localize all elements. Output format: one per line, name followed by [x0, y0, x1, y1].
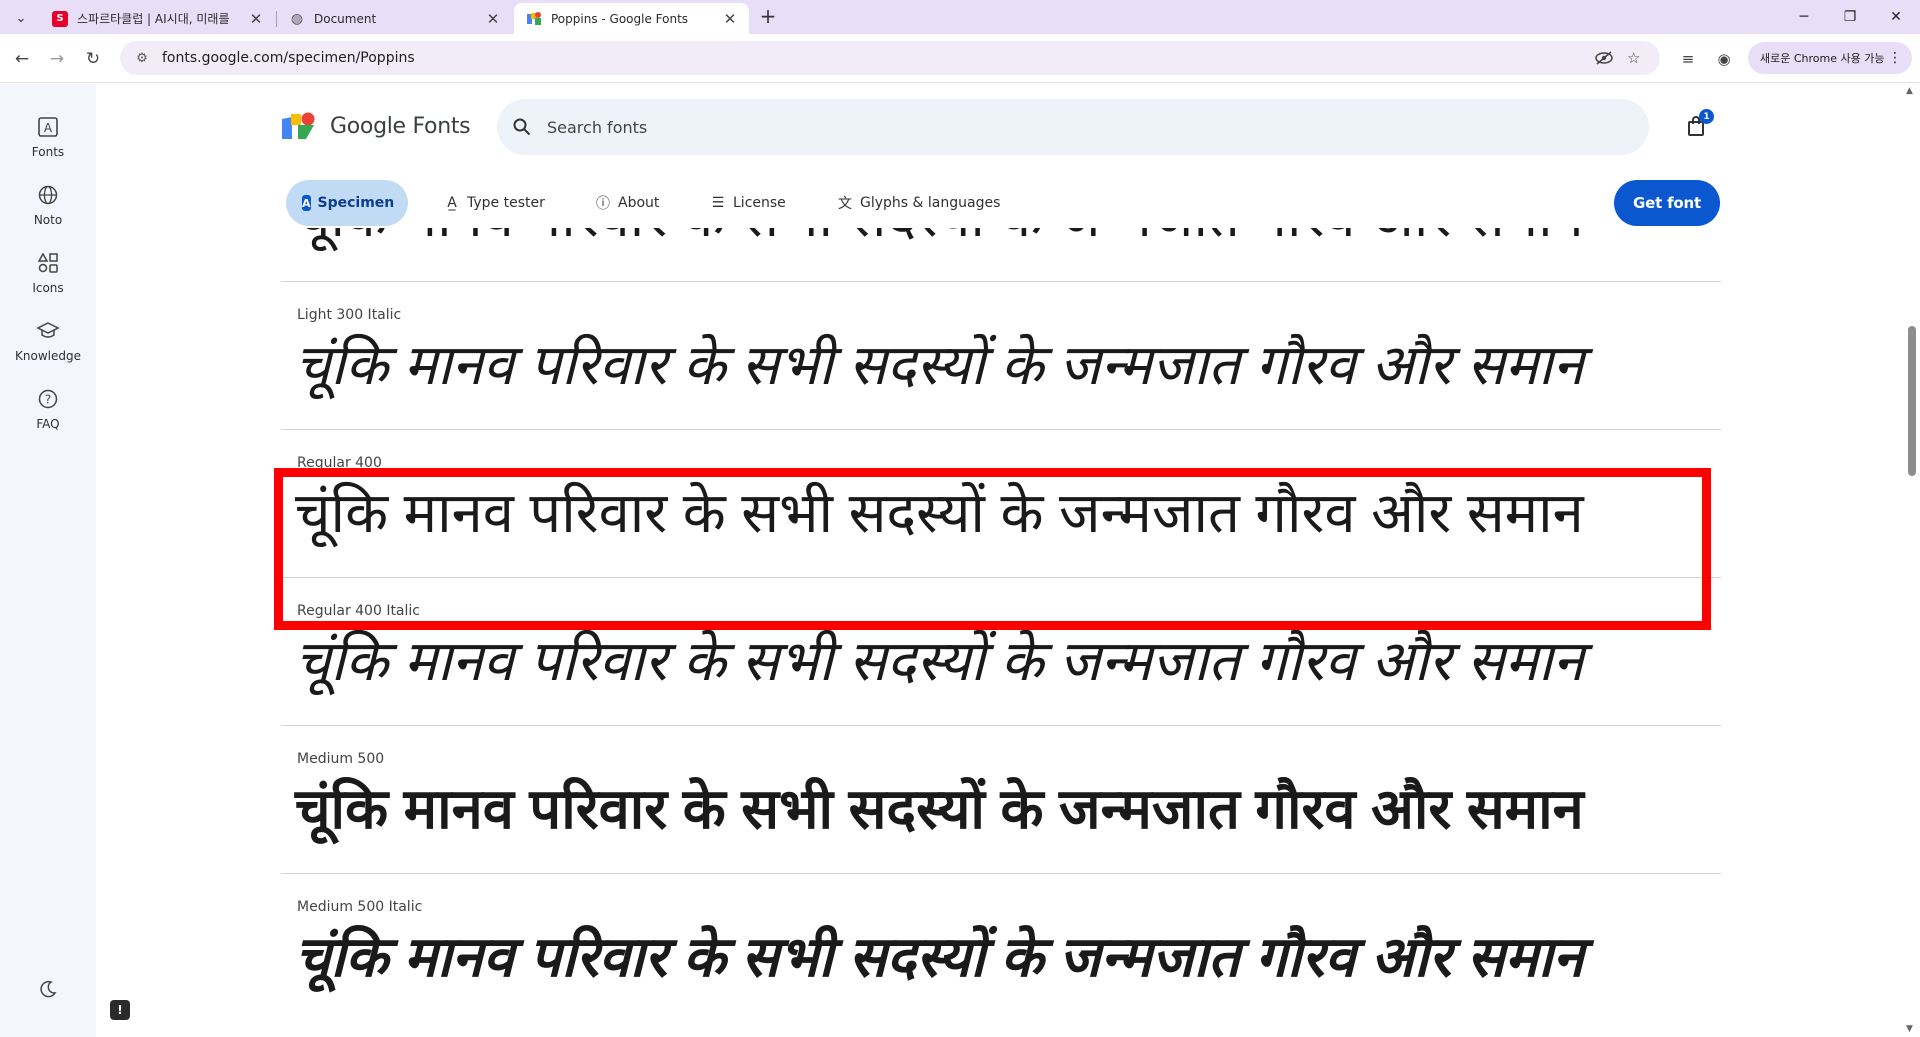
- style-row-regular-400-italic: Regular 400 Italic चूंकि मानव परिवार के …: [281, 578, 1721, 726]
- sample-text: चूंकि मानव परिवार के सभी सदस्यों के जन्म…: [295, 777, 1584, 840]
- shapes-icon: [35, 250, 61, 276]
- close-tab-icon[interactable]: ✕: [247, 10, 265, 28]
- more-menu-icon[interactable]: ⋮: [1888, 50, 1902, 66]
- sample-text: चूंकि मानव परिवार के सभी सदस्यों के जन्म…: [295, 333, 1584, 396]
- specimen-list: चूंकि मानव परिवार के सभी सदस्यों के जन्म…: [281, 228, 1721, 1037]
- moon-icon: [35, 976, 61, 1002]
- style-label: Light 300 Italic: [297, 307, 402, 323]
- tab-about[interactable]: ⓘ About: [595, 180, 659, 226]
- close-tab-icon[interactable]: ✕: [721, 10, 739, 28]
- sample-text: चूंकि मानव परिवार के सभी सदस्यों के जन्म…: [295, 925, 1584, 988]
- forward-icon[interactable]: →: [44, 46, 70, 72]
- minimize-icon[interactable]: ─: [1781, 0, 1827, 34]
- font-icon: A: [35, 114, 61, 140]
- scroll-up-icon[interactable]: ▲: [1906, 86, 1913, 96]
- site-info-icon[interactable]: ⚙: [132, 51, 152, 66]
- style-label: Regular 400: [297, 455, 382, 471]
- chrome-update-button[interactable]: 새로운 Chrome 사용 가능 ⋮: [1748, 42, 1912, 74]
- browser-toolbar: ← → ↻ ⚙ fonts.google.com/specimen/Poppin…: [0, 34, 1920, 83]
- side-navigation: A Fonts Noto Icons Knowledge ? FAQ: [0, 84, 96, 1037]
- nav-item-faq[interactable]: ? FAQ: [0, 386, 96, 446]
- nav-item-icons[interactable]: Icons: [0, 250, 96, 310]
- google-fonts-logo-icon: [282, 111, 316, 141]
- browser-tab-sparta[interactable]: S 스파르타클럽 | AI시대, 미래를 ✕: [40, 3, 275, 34]
- sample-text: चूंकि मानव परिवार के सभी सदस्यों के जन्म…: [295, 629, 1584, 692]
- search-input[interactable]: [547, 117, 1547, 137]
- address-text: fonts.google.com/specimen/Poppins: [162, 50, 415, 66]
- tab-search-icon[interactable]: ⌄: [9, 6, 33, 30]
- browser-tab-document[interactable]: ◍ Document ✕: [277, 3, 512, 34]
- type-tester-icon: A̲: [447, 195, 457, 211]
- license-icon: ☰: [711, 195, 725, 211]
- info-icon: ⓘ: [596, 196, 610, 212]
- eye-off-icon[interactable]: [1595, 41, 1613, 75]
- new-tab-button[interactable]: +: [756, 5, 780, 29]
- restore-icon[interactable]: ❐: [1827, 0, 1873, 34]
- style-row-regular-400: Regular 400 चूंकि मानव परिवार के सभी सदस…: [281, 430, 1721, 578]
- scroll-down-icon[interactable]: ▼: [1906, 1024, 1913, 1034]
- tab-license[interactable]: ☰ License: [710, 180, 786, 226]
- tab-glyphs-languages[interactable]: 文 Glyphs & languages: [837, 180, 1000, 226]
- svg-text:A: A: [44, 121, 53, 135]
- search-bar[interactable]: [497, 99, 1649, 155]
- sparta-favicon-icon: S: [52, 10, 68, 27]
- specimen-icon: A: [302, 195, 311, 211]
- sample-text: चूंकि मानव परिवार के सभी सदस्यों के जन्म…: [295, 228, 1584, 248]
- style-row-medium-500: Medium 500 चूंकि मानव परिवार के सभी सदस्…: [281, 726, 1721, 874]
- google-fonts-logo[interactable]: Google Fonts: [282, 111, 471, 141]
- style-row-light-300: चूंकि मानव परिवार के सभी सदस्यों के जन्म…: [281, 228, 1721, 282]
- nav-item-noto[interactable]: Noto: [0, 182, 96, 242]
- graduation-cap-icon: [35, 318, 61, 344]
- style-label: Medium 500 Italic: [297, 899, 423, 915]
- svg-text:?: ?: [45, 393, 51, 407]
- get-font-button[interactable]: Get font: [1614, 180, 1720, 226]
- tab-specimen[interactable]: A Specimen: [286, 180, 408, 226]
- glyphs-icon: 文: [838, 196, 852, 212]
- globe-icon: ◍: [290, 10, 304, 27]
- sample-text: चूंकि मानव परिवार के सभी सदस्यों के जन्म…: [295, 481, 1584, 544]
- style-label: Regular 400 Italic: [297, 603, 420, 619]
- google-fonts-favicon-icon: [526, 11, 542, 27]
- cart-count-badge: 1: [1699, 109, 1714, 124]
- page-scrollbar[interactable]: [1904, 84, 1920, 1037]
- tab-type-tester[interactable]: A̲ Type tester: [444, 180, 545, 226]
- browser-tab-poppins[interactable]: Poppins - Google Fonts ✕: [514, 3, 749, 34]
- feedback-icon[interactable]: !: [110, 1000, 130, 1020]
- profile-icon[interactable]: ◉: [1712, 48, 1736, 70]
- dark-mode-toggle[interactable]: [0, 976, 96, 1006]
- search-icon: [511, 116, 533, 138]
- style-row-light-300-italic: Light 300 Italic चूंकि मानव परिवार के सभ…: [281, 282, 1721, 430]
- browser-tabstrip: ⌄ S 스파르타클럽 | AI시대, 미래를 ✕ ◍ Document ✕ Po…: [0, 0, 1920, 34]
- nav-item-fonts[interactable]: A Fonts: [0, 114, 96, 174]
- help-icon: ?: [35, 386, 61, 412]
- media-controls-icon[interactable]: ≡: [1676, 48, 1700, 70]
- globe-icon: [35, 182, 61, 208]
- close-window-icon[interactable]: ✕: [1873, 0, 1919, 34]
- reload-icon[interactable]: ↻: [80, 46, 106, 72]
- scrollbar-thumb[interactable]: [1908, 326, 1916, 476]
- back-icon[interactable]: ←: [9, 46, 35, 72]
- nav-item-knowledge[interactable]: Knowledge: [0, 318, 96, 378]
- style-row-medium-500-italic: Medium 500 Italic चूंकि मानव परिवार के स…: [281, 874, 1721, 1022]
- bookmark-star-icon[interactable]: ☆: [1627, 41, 1640, 75]
- address-bar[interactable]: ⚙ fonts.google.com/specimen/Poppins ☆: [120, 41, 1660, 75]
- style-label: Medium 500: [297, 751, 385, 767]
- close-tab-icon[interactable]: ✕: [484, 10, 502, 28]
